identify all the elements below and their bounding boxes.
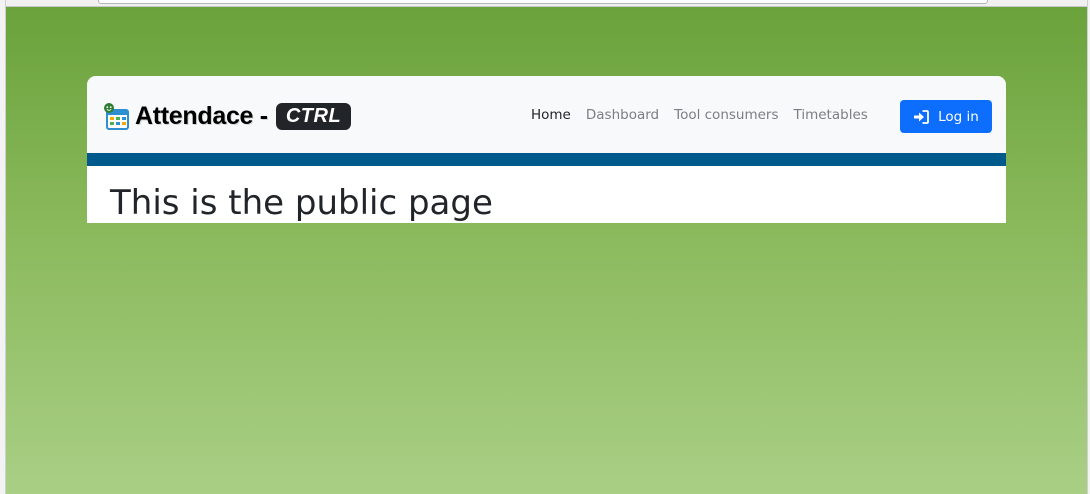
- address-bar[interactable]: [98, 0, 988, 4]
- nav-menu: Home Dashboard Tool consumers Timetables: [531, 107, 883, 123]
- brand-name: Attendace -: [135, 101, 268, 130]
- sign-in-icon: [913, 109, 930, 124]
- calendar-icon: [101, 101, 131, 131]
- main-card: Attendace - CTRL Home Dashboard Tool con…: [87, 76, 1006, 223]
- page-viewport: Attendace - CTRL Home Dashboard Tool con…: [6, 6, 1087, 494]
- brand-badge: CTRL: [275, 102, 352, 130]
- nav-item-timetables[interactable]: Timetables: [794, 107, 868, 123]
- login-label: Log in: [938, 108, 979, 125]
- page-title: This is the public page: [110, 183, 493, 223]
- navbar: Attendace - CTRL Home Dashboard Tool con…: [87, 76, 1006, 153]
- nav-item-home[interactable]: Home: [531, 107, 571, 123]
- login-button[interactable]: Log in: [900, 100, 992, 133]
- nav-item-tool-consumers[interactable]: Tool consumers: [674, 107, 778, 123]
- nav-item-dashboard[interactable]: Dashboard: [586, 107, 659, 123]
- header-stripe: [87, 153, 1006, 166]
- brand-link[interactable]: Attendace - CTRL: [101, 100, 352, 132]
